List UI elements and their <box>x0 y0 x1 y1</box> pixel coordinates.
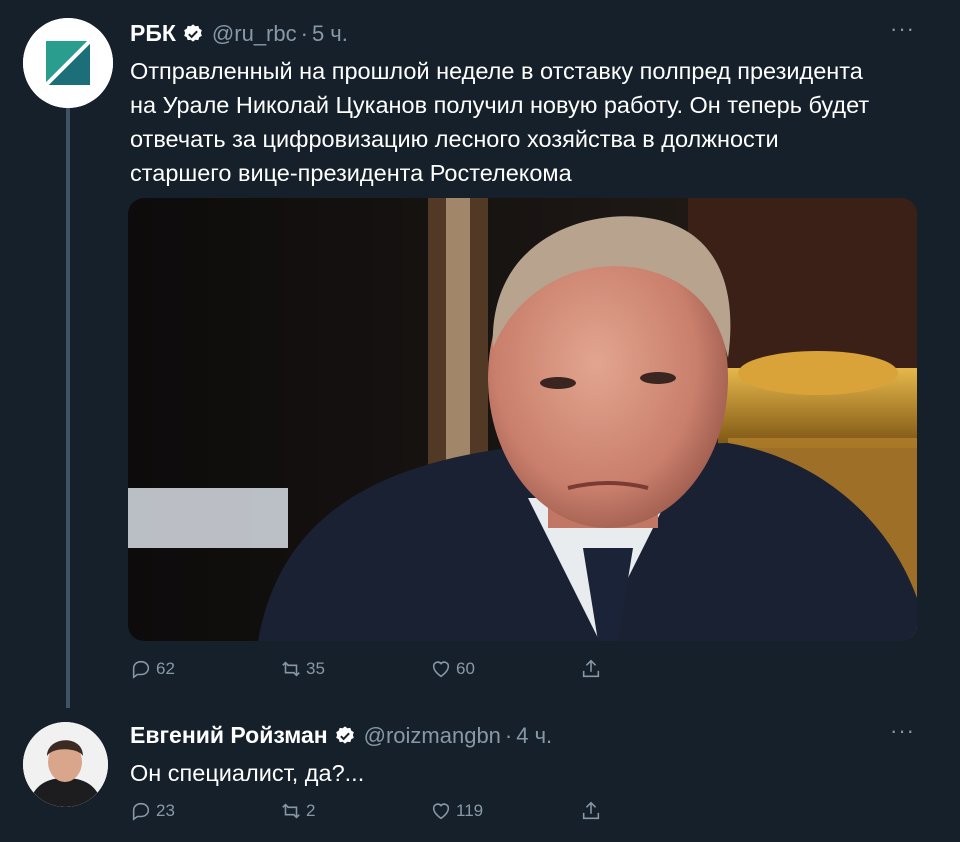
tweet-actions: 23 2 119 <box>130 800 606 822</box>
handle[interactable]: @roizmangbn <box>364 723 501 749</box>
tweet-rbc[interactable]: РБК @ru_rbc · 5 ч. ··· Отправленный на п… <box>0 0 960 700</box>
tweet-text-line: Отправленный на прошлой неделе в отставк… <box>130 58 863 84</box>
retweet-count: 35 <box>306 659 325 678</box>
handle[interactable]: @ru_rbc <box>212 21 297 47</box>
reply-icon <box>132 660 150 679</box>
display-name[interactable]: РБК <box>130 20 176 47</box>
avatar-roizman[interactable] <box>23 722 108 807</box>
rbc-logo-icon <box>23 18 113 108</box>
verified-badge-icon <box>335 725 354 744</box>
retweet-count: 2 <box>306 801 316 820</box>
heart-icon <box>432 803 450 820</box>
share-icon <box>582 801 600 820</box>
like-count: 60 <box>456 659 475 678</box>
photo-man-in-suit <box>128 198 917 641</box>
timestamp[interactable]: 5 ч. <box>312 21 348 47</box>
tweet-actions: 62 35 60 <box>130 658 606 680</box>
tweet-text: Он специалист, да?... <box>130 756 930 790</box>
reply-count: 23 <box>156 801 175 820</box>
more-options-icon[interactable]: ··· <box>890 718 915 744</box>
reply-button[interactable]: 23 <box>130 800 280 822</box>
tweet-text-line: на Урале Николай Цуканов получил новую р… <box>130 92 870 118</box>
reply-button[interactable]: 62 <box>130 658 280 680</box>
tweet-photo[interactable] <box>128 198 917 641</box>
avatar-rbc[interactable] <box>23 18 113 108</box>
heart-icon <box>432 661 450 678</box>
tweet-text-line: отвечать за цифровизацию лесного хозяйст… <box>130 126 779 152</box>
display-name[interactable]: Евгений Ройзман <box>130 722 328 749</box>
like-button[interactable]: 60 <box>430 658 580 680</box>
timestamp[interactable]: 4 ч. <box>516 723 552 749</box>
share-icon <box>582 659 600 678</box>
tweet-text-line: старшего вице-президента Ростелекома <box>130 160 572 186</box>
separator-dot: · <box>300 20 308 46</box>
share-button[interactable] <box>580 800 606 822</box>
reply-count: 62 <box>156 659 175 678</box>
more-options-icon[interactable]: ··· <box>890 16 915 42</box>
reply-icon <box>132 802 150 821</box>
verified-badge-icon <box>184 23 202 42</box>
tweet-text-line: Он специалист, да?... <box>130 760 365 786</box>
like-count: 119 <box>456 801 484 820</box>
share-button[interactable] <box>580 658 606 680</box>
user-photo-icon <box>23 722 108 807</box>
tweet-text: Отправленный на прошлой неделе в отставк… <box>130 54 930 190</box>
tweet-header: Евгений Ройзман @roizmangbn · 4 ч. <box>130 722 552 749</box>
retweet-button[interactable]: 35 <box>280 658 430 680</box>
retweet-button[interactable]: 2 <box>280 800 430 822</box>
retweet-icon <box>282 803 300 819</box>
tweet-roizman[interactable]: Евгений Ройзман @roizmangbn · 4 ч. ··· О… <box>0 700 960 842</box>
tweet-header: РБК @ru_rbc · 5 ч. <box>130 20 348 47</box>
like-button[interactable]: 119 <box>430 800 580 822</box>
retweet-icon <box>282 661 300 677</box>
separator-dot: · <box>504 722 513 748</box>
